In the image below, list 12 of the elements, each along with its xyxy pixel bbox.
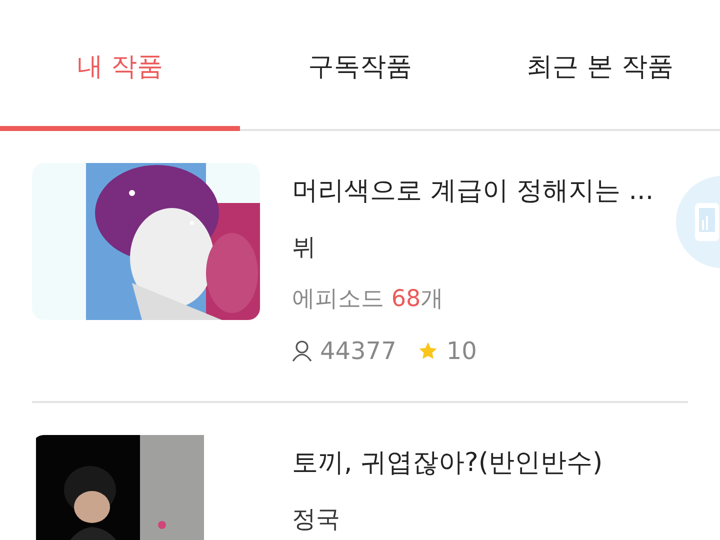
tab[interactable]: 최근 본 작품 <box>480 0 720 131</box>
reader-count: 44377 <box>320 336 396 367</box>
person-icon <box>292 340 312 362</box>
work-title[interactable]: 토끼, 귀엽잖아?(반인반수) <box>292 439 603 487</box>
author-name: 정국 <box>292 504 341 535</box>
episode-count: 에피소드 68개 <box>292 285 445 314</box>
star-icon <box>418 341 438 361</box>
author-name: 뷔 <box>292 232 317 263</box>
tablet-chart-icon <box>694 202 720 242</box>
work-title[interactable]: 머리색으로 계급이 정해지는 ... <box>292 167 654 215</box>
tab[interactable]: 구독작품 <box>240 0 480 131</box>
rating: 10 <box>446 336 477 367</box>
